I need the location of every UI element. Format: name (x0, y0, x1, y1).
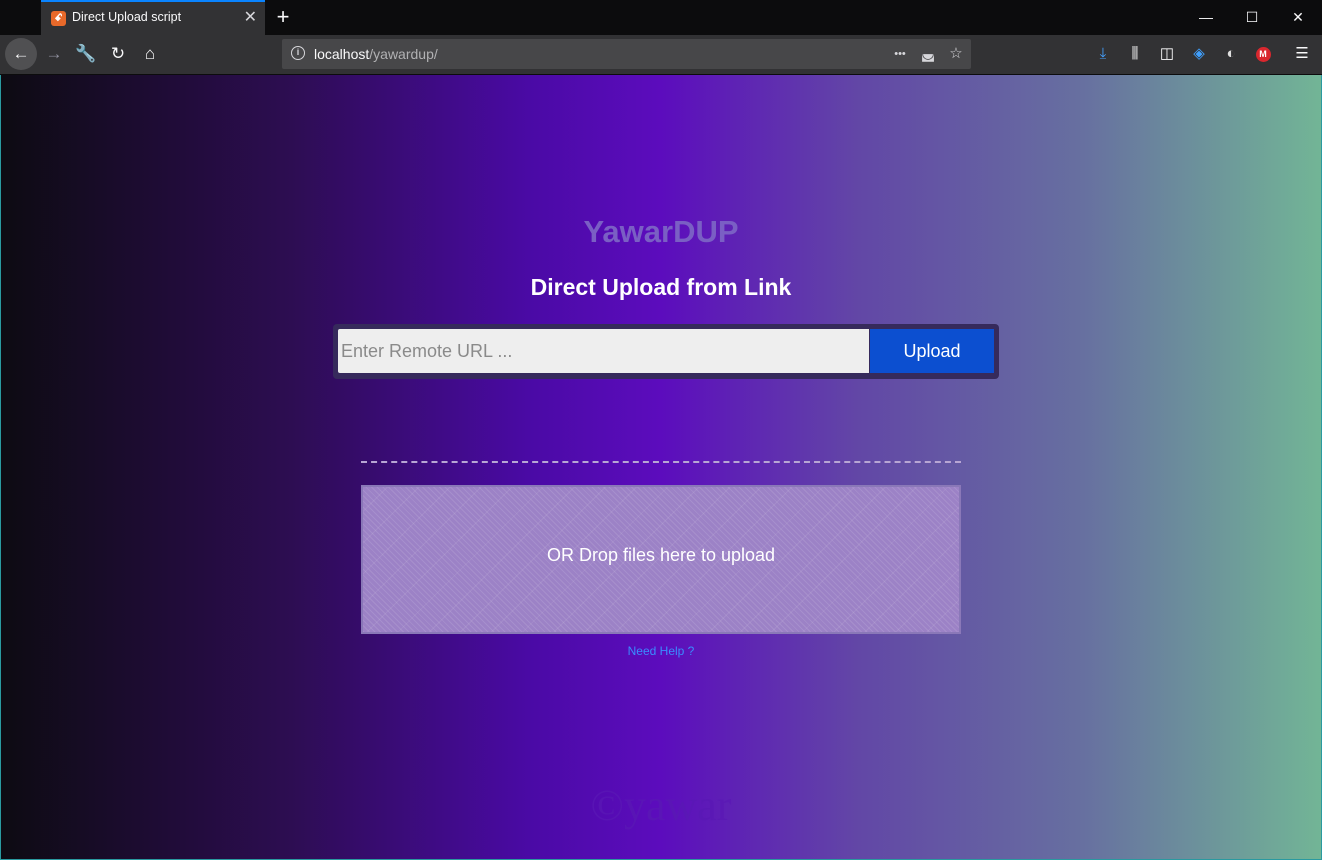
downloads-icon[interactable]: ⤓ (1090, 40, 1116, 68)
url-path: /yawardup/ (369, 46, 438, 62)
forward-button[interactable]: → (38, 38, 70, 70)
sidebar-icon[interactable]: ◫ (1154, 40, 1180, 68)
reload-button[interactable]: ↻ (102, 38, 134, 70)
mega-badge-icon: M (1255, 46, 1271, 62)
bookmark-star-icon[interactable]: ☆ (945, 43, 967, 65)
xampp-favicon-icon: ꗃ (51, 11, 66, 26)
url-upload-form: Upload (333, 324, 999, 379)
maximize-button[interactable]: ☐ (1229, 6, 1275, 28)
close-window-button[interactable]: ✕ (1275, 6, 1321, 28)
page-actions-icon[interactable]: ••• (889, 43, 911, 65)
copyright-watermark: ©yawar (590, 781, 732, 830)
need-help-link-row: Need Help ? (1, 644, 1321, 658)
back-button[interactable]: ← (5, 38, 37, 70)
new-tab-button[interactable]: + (272, 4, 294, 30)
page-heading: Direct Upload from Link (530, 274, 792, 300)
navigation-toolbar: ← → 🔧 ↻ ⌂ i localhost/yawardup/ ••• ◛ ☆ … (0, 35, 1322, 75)
upload-button[interactable]: Upload (870, 329, 994, 373)
home-button[interactable]: ⌂ (134, 38, 166, 70)
remote-url-input[interactable] (338, 329, 869, 373)
tab-bar: ꗃ Direct Upload script ✕ + — ☐ ✕ (0, 0, 1322, 35)
file-dropzone[interactable]: OR Drop files here to upload (361, 485, 961, 634)
page-viewport: YawarDUP Direct Upload from Link Upload … (1, 75, 1321, 859)
minimize-button[interactable]: — (1183, 6, 1229, 28)
dropzone-label: OR Drop files here to upload (546, 545, 776, 565)
url-text[interactable]: localhost/yawardup/ (314, 46, 438, 62)
library-icon[interactable]: ⫼ (1122, 40, 1148, 68)
extension-circle-icon[interactable]: ◐ (1218, 40, 1244, 68)
hamburger-menu-icon[interactable]: ☰ (1289, 40, 1315, 68)
tab-title: Direct Upload script (72, 10, 182, 24)
need-help-link[interactable]: Need Help ? (628, 644, 695, 658)
pocket-icon[interactable]: ◛ (917, 43, 939, 65)
extension-shield-icon[interactable]: ◈ (1186, 40, 1212, 68)
tools-wrench-icon[interactable]: 🔧 (70, 38, 102, 70)
brand-title: YawarDUP (583, 214, 739, 249)
section-divider (361, 461, 961, 463)
extension-mega-icon[interactable]: M (1250, 40, 1276, 68)
tab-close-icon[interactable]: ✕ (244, 8, 257, 28)
url-host: localhost (314, 46, 370, 62)
tab-direct-upload[interactable]: ꗃ Direct Upload script ✕ (41, 0, 265, 35)
window-border-left (0, 75, 1, 860)
site-info-icon[interactable]: i (291, 46, 305, 60)
address-bar[interactable]: i localhost/yawardup/ ••• ◛ ☆ (282, 39, 971, 69)
